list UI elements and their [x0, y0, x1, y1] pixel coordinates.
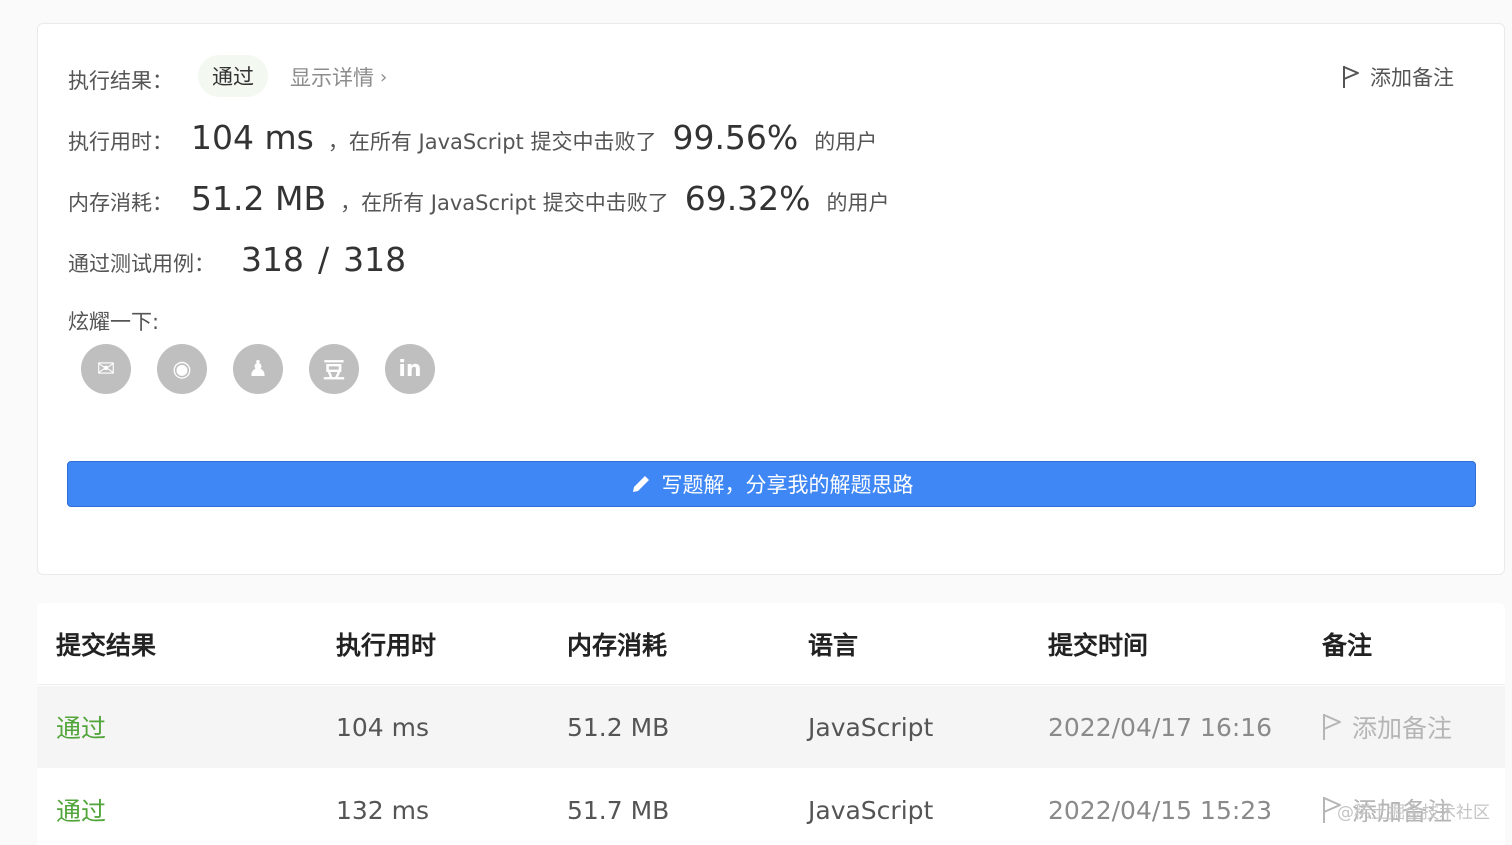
submission-language: JavaScript [808, 795, 934, 825]
table-row[interactable]: 通过 132 ms 51.7 MB JavaScript 2022/04/15 … [37, 769, 1505, 845]
submission-result-link[interactable]: 通过 [56, 686, 106, 768]
testcases-passed: 318 [241, 240, 304, 279]
runtime-value: 104 ms [191, 118, 314, 157]
runtime-label: 执行用时： [68, 130, 173, 154]
row-add-note-button[interactable]: 添加备注 [1322, 686, 1452, 768]
header-note: 备注 [1322, 631, 1373, 660]
runtime-suffix: 的用户 [814, 130, 878, 154]
weibo-icon[interactable]: ◉ [157, 344, 207, 394]
submission-time: 2022/04/17 16:16 [1048, 712, 1273, 742]
memory-beats-text: ，在所有 JavaScript 提交中击败了 [340, 191, 669, 215]
memory-row: 内存消耗： 51.2 MB ，在所有 JavaScript 提交中击败了 69.… [68, 179, 890, 218]
submission-runtime: 132 ms [336, 795, 430, 825]
table-header: 提交结果 执行用时 内存消耗 语言 提交时间 备注 [37, 603, 1505, 685]
submission-runtime: 104 ms [336, 712, 430, 742]
status-badge: 通过 [198, 55, 268, 97]
add-note-button[interactable]: 添加备注 [1342, 62, 1454, 92]
runtime-beats-text: ，在所有 JavaScript 提交中击败了 [327, 130, 657, 154]
memory-suffix: 的用户 [826, 191, 890, 215]
watermark: @稀土掘金技术社区 [1337, 803, 1490, 823]
pencil-icon [632, 476, 649, 492]
douban-icon[interactable]: 豆 [309, 344, 359, 394]
header-memory: 内存消耗 [567, 631, 668, 660]
submission-memory: 51.7 MB [567, 795, 670, 825]
wechat-icon[interactable]: ✉ [81, 344, 131, 394]
testcases-separator: / [318, 240, 330, 279]
submission-memory: 51.2 MB [567, 712, 670, 742]
flag-icon [1343, 66, 1359, 88]
memory-value: 51.2 MB [191, 179, 327, 218]
write-solution-button[interactable]: 写题解，分享我的解题思路 [67, 461, 1476, 507]
header-time: 提交时间 [1048, 631, 1149, 660]
memory-label: 内存消耗： [68, 191, 173, 215]
header-result: 提交结果 [56, 631, 157, 660]
flag-icon [1323, 714, 1341, 740]
header-language: 语言 [808, 631, 859, 660]
share-label: 炫耀一下: [68, 310, 160, 334]
chevron-right-icon: › [380, 66, 388, 88]
header-runtime: 执行用时 [336, 631, 437, 660]
runtime-row: 执行用时： 104 ms ，在所有 JavaScript 提交中击败了 99.5… [68, 118, 877, 157]
table-row[interactable]: 通过 104 ms 51.2 MB JavaScript 2022/04/17 … [37, 686, 1505, 768]
show-details-link[interactable]: 显示详情 › [290, 62, 387, 92]
qq-icon[interactable]: ♟ [233, 344, 283, 394]
linkedin-icon[interactable]: in [385, 344, 435, 394]
submission-result-link[interactable]: 通过 [56, 769, 106, 845]
result-card: 执行结果： 通过 显示详情 › 添加备注 执行用时： 104 ms ，在所有 J… [37, 23, 1505, 575]
memory-percent: 69.32% [684, 179, 811, 218]
submission-language: JavaScript [808, 712, 934, 742]
share-buttons: ✉ ◉ ♟ 豆 in [81, 344, 435, 394]
submissions-table: 提交结果 执行用时 内存消耗 语言 提交时间 备注 通过 104 ms 51.2… [37, 603, 1505, 845]
submission-time: 2022/04/15 15:23 [1048, 795, 1273, 825]
testcases-total: 318 [343, 240, 407, 279]
testcases-row: 通过测试用例： 318 / 318 [68, 240, 406, 279]
status-label: 执行结果： [68, 69, 173, 93]
runtime-percent: 99.56% [672, 118, 799, 157]
testcases-label: 通过测试用例： [68, 252, 215, 276]
